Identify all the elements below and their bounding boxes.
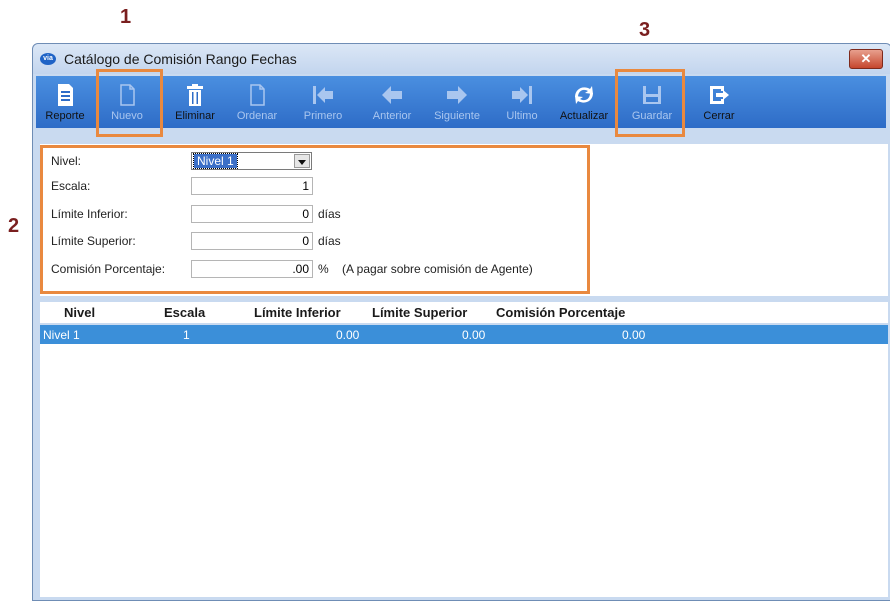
cerrar-label: Cerrar (703, 110, 735, 122)
refresh-icon (575, 86, 593, 104)
col-limite-superior[interactable]: Límite Superior (372, 305, 467, 320)
close-button[interactable]: ✕ (849, 49, 883, 69)
siguiente-label: Siguiente (434, 110, 480, 122)
highlight-guardar (615, 69, 685, 137)
col-limite-inferior[interactable]: Límite Inferior (254, 305, 341, 320)
primero-label: Primero (303, 110, 343, 122)
anterior-button[interactable]: Anterior (362, 76, 422, 128)
first-arrow-icon (313, 86, 333, 104)
cell-limite-superior: 0.00 (462, 328, 486, 342)
next-arrow-icon (447, 86, 467, 104)
eliminar-label: Eliminar (175, 110, 215, 122)
callout-1: 1 (120, 6, 132, 28)
highlight-nuevo (96, 69, 163, 137)
report-icon (58, 84, 73, 106)
actualizar-label: Actualizar (559, 110, 609, 122)
anterior-label: Anterior (372, 110, 412, 122)
col-nivel[interactable]: Nivel (64, 305, 95, 320)
reporte-button[interactable]: Reporte (38, 76, 92, 128)
exit-icon (710, 86, 729, 104)
primero-button[interactable]: Primero (294, 76, 352, 128)
app-icon: via (40, 53, 56, 65)
highlight-form (40, 145, 590, 294)
grid-body[interactable] (40, 344, 888, 597)
col-comision[interactable]: Comisión Porcentaje (496, 305, 625, 320)
cell-nivel: Nivel 1 (43, 328, 80, 342)
ordenar-label: Ordenar (236, 110, 278, 122)
table-row[interactable]: Nivel 1 1 0.00 0.00 0.00 (40, 325, 888, 344)
cell-limite-inferior: 0.00 (336, 328, 360, 342)
ultimo-button[interactable]: Ultimo (494, 76, 550, 128)
sort-doc-icon (250, 84, 265, 106)
toolbar: Reporte Nuevo Eliminar Ordenar Primero A… (36, 76, 886, 128)
eliminar-button[interactable]: Eliminar (167, 76, 223, 128)
col-escala[interactable]: Escala (164, 305, 205, 320)
window-title: Catálogo de Comisión Rango Fechas (64, 51, 297, 67)
cell-escala: 1 (183, 328, 190, 342)
prev-arrow-icon (382, 86, 402, 104)
actualizar-button[interactable]: Actualizar (552, 76, 616, 128)
cerrar-button[interactable]: Cerrar (696, 76, 742, 128)
callout-2: 2 (8, 215, 20, 237)
reporte-label: Reporte (45, 110, 85, 122)
trash-icon (187, 84, 203, 106)
cell-comision: 0.00 (622, 328, 646, 342)
siguiente-button[interactable]: Siguiente (424, 76, 490, 128)
grid-header: Nivel Escala Límite Inferior Límite Supe… (40, 302, 888, 323)
callout-3: 3 (639, 19, 651, 41)
last-arrow-icon (512, 86, 532, 104)
ultimo-label: Ultimo (506, 110, 538, 122)
ordenar-button[interactable]: Ordenar (228, 76, 286, 128)
